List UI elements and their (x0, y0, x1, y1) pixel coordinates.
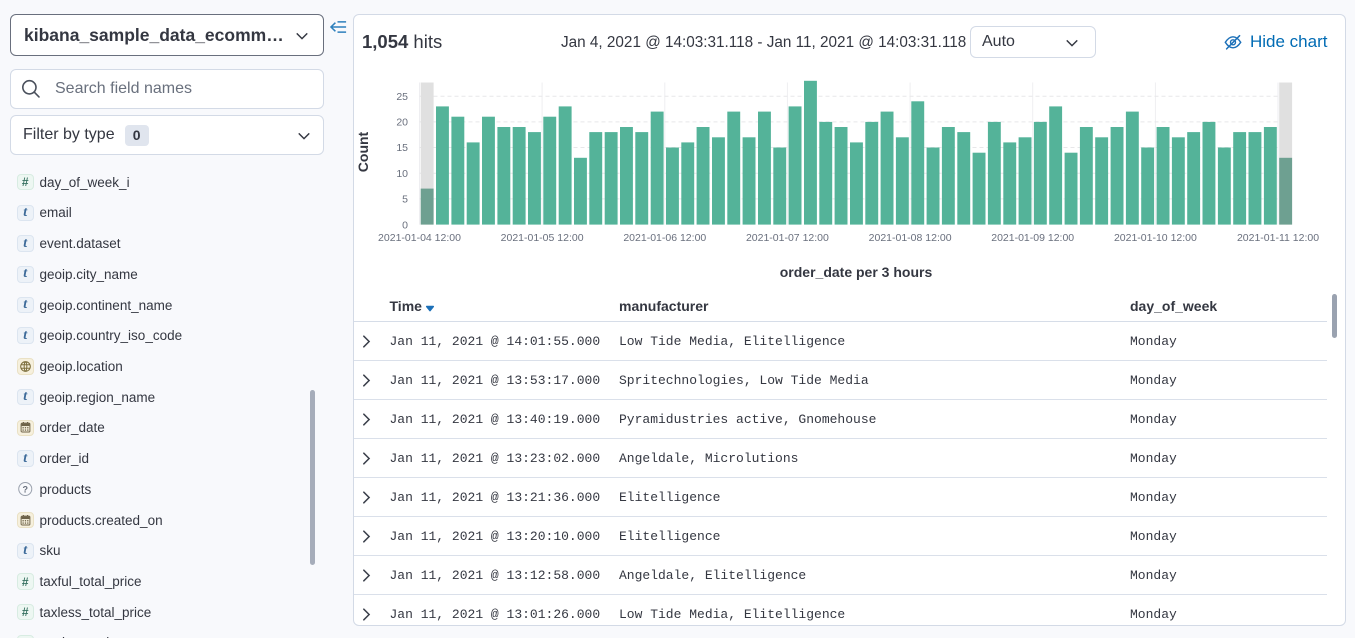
svg-text:order_date per 3 hours: order_date per 3 hours (780, 264, 933, 280)
svg-text:2021-01-11 12:00: 2021-01-11 12:00 (1237, 232, 1319, 244)
svg-text:5: 5 (402, 194, 408, 206)
svg-text:2021-01-04 12:00: 2021-01-04 12:00 (378, 232, 461, 244)
svg-text:Count: Count (355, 131, 371, 172)
svg-text:20: 20 (396, 117, 408, 129)
svg-text:15: 15 (396, 142, 408, 154)
svg-text:2021-01-06 12:00: 2021-01-06 12:00 (623, 232, 706, 244)
svg-text:2021-01-09 12:00: 2021-01-09 12:00 (991, 232, 1074, 244)
svg-text:25: 25 (396, 91, 408, 103)
svg-text:2021-01-05 12:00: 2021-01-05 12:00 (501, 232, 584, 244)
svg-text:10: 10 (396, 168, 408, 180)
svg-text:2021-01-10 12:00: 2021-01-10 12:00 (1114, 232, 1197, 244)
svg-text:2021-01-07 12:00: 2021-01-07 12:00 (746, 232, 829, 244)
svg-text:0: 0 (402, 219, 408, 231)
svg-text:2021-01-08 12:00: 2021-01-08 12:00 (869, 232, 952, 244)
